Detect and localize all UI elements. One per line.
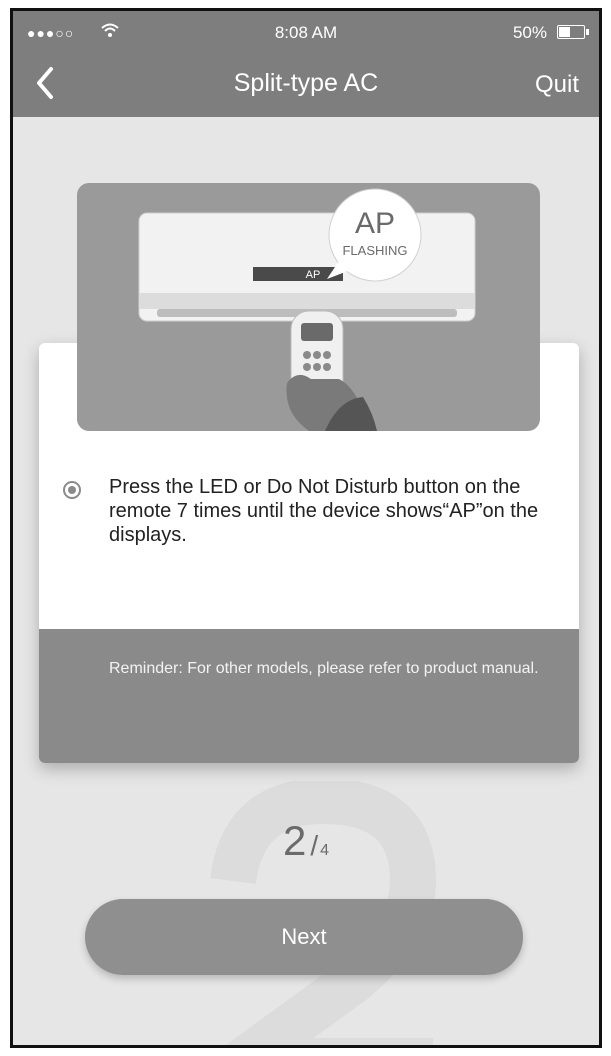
status-time: 8:08 AM	[274, 23, 338, 42]
page-title: Split-type AC	[233, 69, 379, 97]
battery-percentage: 50%	[512, 23, 547, 42]
bubble-main-text: AP	[355, 207, 395, 240]
ac-illustration: AP AP FLASHING	[77, 183, 540, 431]
reminder-panel: Reminder: For other models, please refer…	[39, 629, 579, 763]
radio-dot	[68, 486, 76, 494]
battery-nub	[586, 29, 589, 35]
instruction-radio[interactable]	[63, 481, 81, 499]
step-current: 2	[282, 817, 307, 864]
battery-fill	[559, 27, 570, 37]
reminder-text: Reminder: For other models, please refer…	[109, 660, 539, 677]
instruction-text: Press the LED or Do Not Disturb button o…	[109, 476, 539, 546]
quit-button[interactable]: Quit	[535, 71, 579, 99]
app-header: ●●●○○ 8:08 AM 50% Split-type AC Quit	[13, 11, 599, 117]
step-total: 4	[320, 842, 330, 859]
step-indicator: 2/4	[13, 817, 599, 865]
battery-icon	[557, 25, 589, 39]
ac-display-text: AP	[306, 269, 321, 281]
bubble-sub-text: FLASHING	[342, 243, 407, 258]
step-separator: /	[310, 830, 319, 861]
phone-screen: ●●●○○ 8:08 AM 50% Split-type AC Quit Rem…	[10, 8, 602, 1048]
next-button[interactable]: Next	[85, 899, 523, 975]
status-bar: ●●●○○ 8:08 AM 50%	[13, 11, 599, 55]
ac-display	[253, 267, 343, 281]
